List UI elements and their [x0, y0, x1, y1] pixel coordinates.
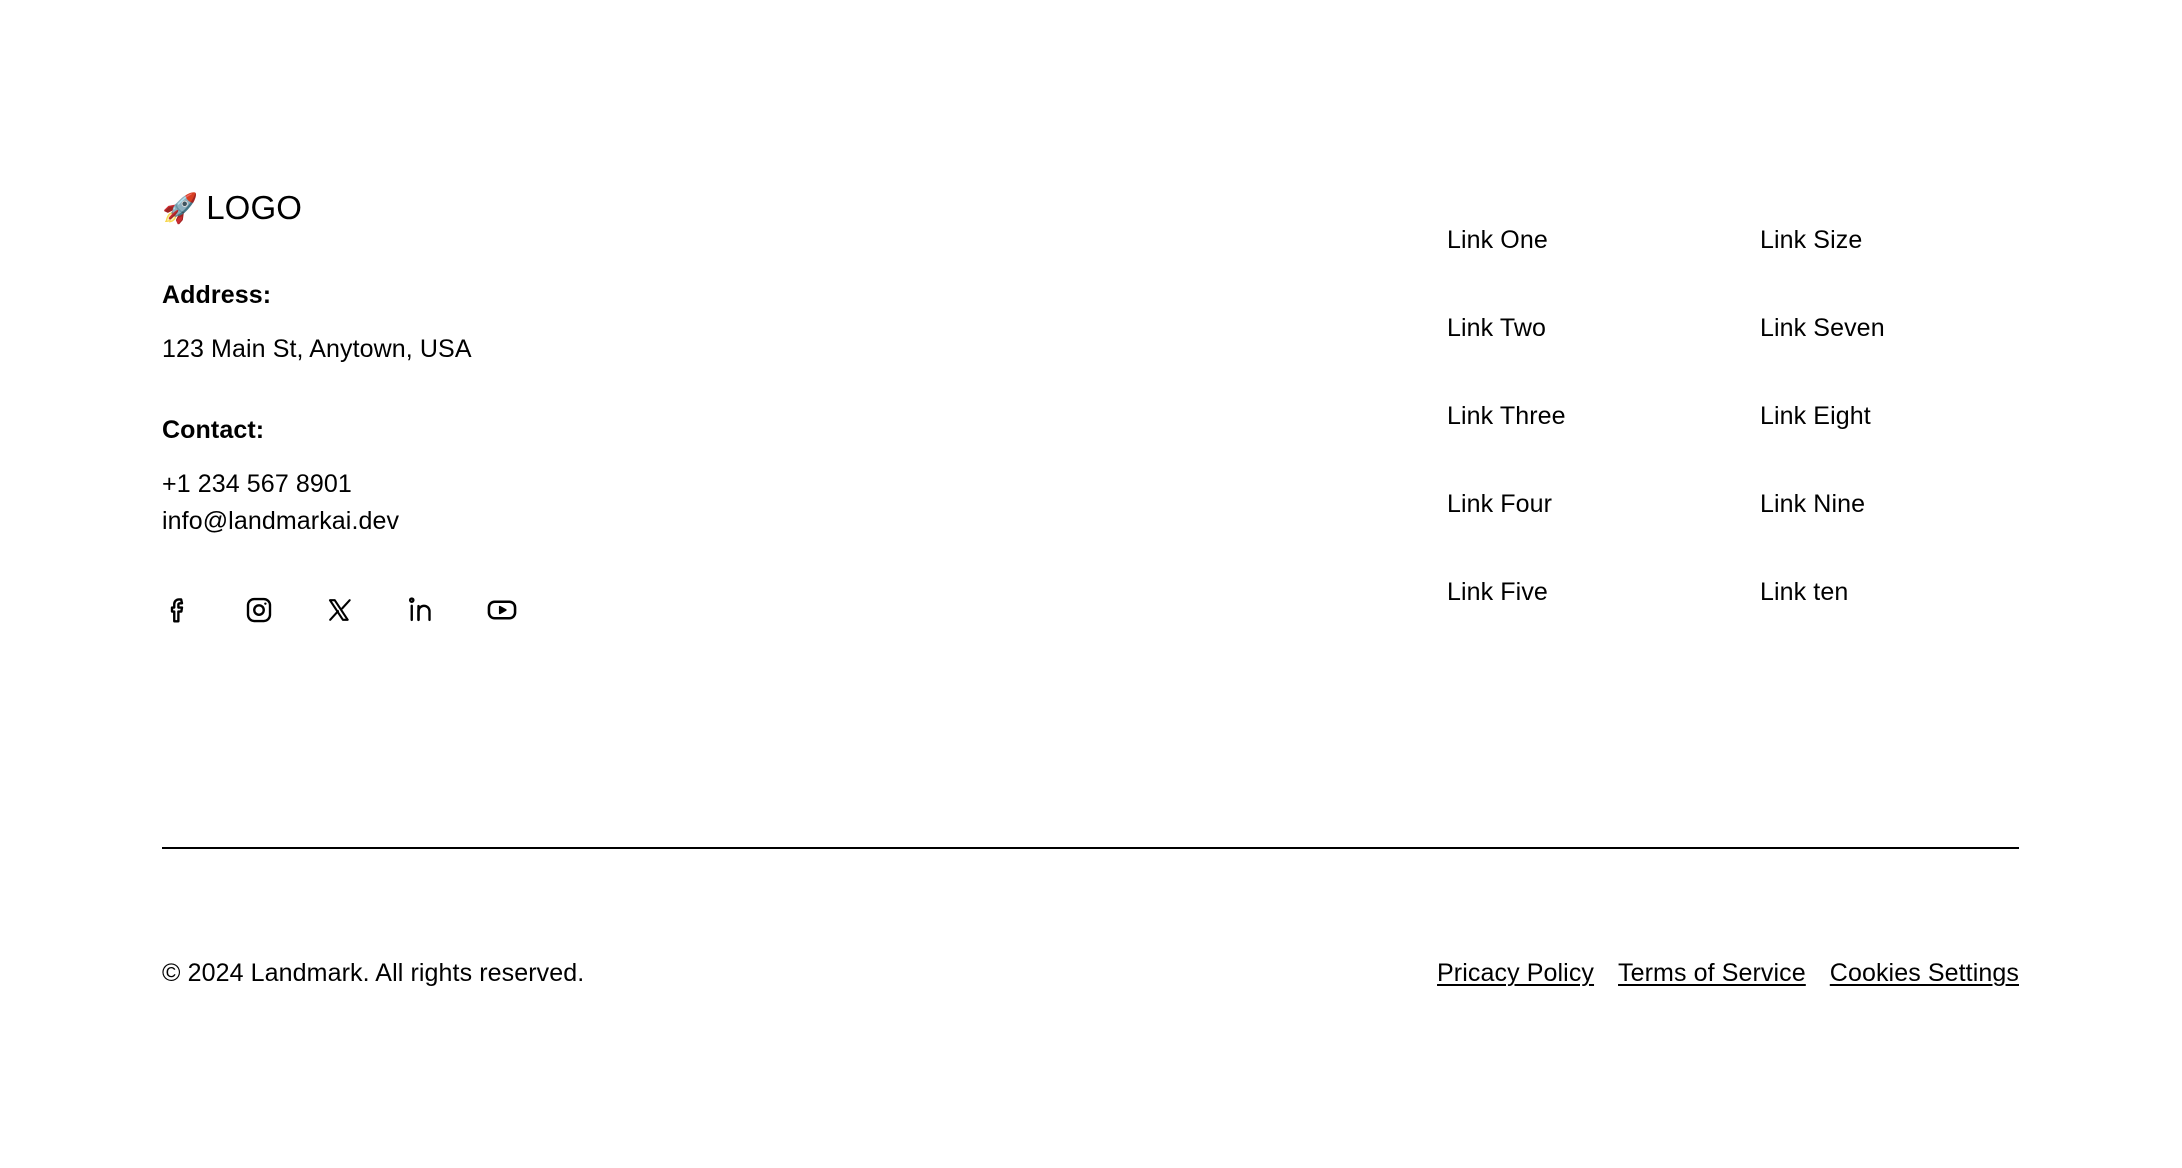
footer-link[interactable]: Link Nine	[1760, 486, 2020, 524]
address-label: Address:	[162, 281, 272, 309]
legal-links: Pricacy Policy Terms of Service Cookies …	[1437, 955, 2019, 993]
footer-link-column-2: Link Size Link Seven Link Eight Link Nin…	[1760, 222, 2020, 612]
footer-divider	[162, 847, 2019, 849]
footer-link-column-1: Link One Link Two Link Three Link Four L…	[1447, 222, 1760, 612]
terms-of-service-link[interactable]: Terms of Service	[1618, 955, 1806, 993]
email-address[interactable]: info@landmarkai.dev	[162, 503, 1062, 541]
instagram-icon[interactable]	[243, 594, 275, 626]
rocket-icon: 🚀	[162, 192, 199, 225]
privacy-policy-link[interactable]: Pricacy Policy	[1437, 955, 1594, 993]
phone-number[interactable]: +1 234 567 8901	[162, 466, 1062, 504]
footer-link[interactable]: Link ten	[1760, 574, 2020, 612]
footer-link[interactable]: Link One	[1447, 222, 1760, 260]
footer-link[interactable]: Link Three	[1447, 398, 1760, 436]
logo[interactable]: 🚀 LOGO	[162, 186, 1062, 230]
social-links	[162, 590, 1062, 630]
footer-bottom-bar: © 2024 Landmark. All rights reserved. Pr…	[162, 955, 2019, 993]
contact-label: Contact:	[162, 416, 265, 444]
x-twitter-icon[interactable]	[324, 594, 356, 626]
footer-link[interactable]: Link Eight	[1760, 398, 2020, 436]
footer-link[interactable]: Link Four	[1447, 486, 1760, 524]
footer-link[interactable]: Link Two	[1447, 310, 1760, 348]
brand-column: 🚀 LOGO Address: 123 Main St, Anytown, US…	[162, 186, 1062, 630]
address-block: Address: 123 Main St, Anytown, USA	[162, 277, 1062, 368]
site-footer: 🚀 LOGO Address: 123 Main St, Anytown, US…	[0, 0, 2182, 1168]
footer-link-columns: Link One Link Two Link Three Link Four L…	[1447, 186, 2020, 612]
cookies-settings-link[interactable]: Cookies Settings	[1830, 955, 2019, 993]
footer-link[interactable]: Link Size	[1760, 222, 2020, 260]
address-value: 123 Main St, Anytown, USA	[162, 334, 472, 363]
logo-text: LOGO	[206, 188, 302, 226]
copyright-text: © 2024 Landmark. All rights reserved.	[162, 959, 585, 987]
footer-link[interactable]: Link Five	[1447, 574, 1760, 612]
footer-top-region: 🚀 LOGO Address: 123 Main St, Anytown, US…	[162, 186, 2020, 630]
linkedin-icon[interactable]	[405, 594, 437, 626]
footer-link[interactable]: Link Seven	[1760, 310, 2020, 348]
facebook-icon[interactable]	[162, 594, 194, 626]
contact-block: Contact: +1 234 567 8901 info@landmarkai…	[162, 412, 1062, 541]
youtube-icon[interactable]	[486, 594, 518, 626]
